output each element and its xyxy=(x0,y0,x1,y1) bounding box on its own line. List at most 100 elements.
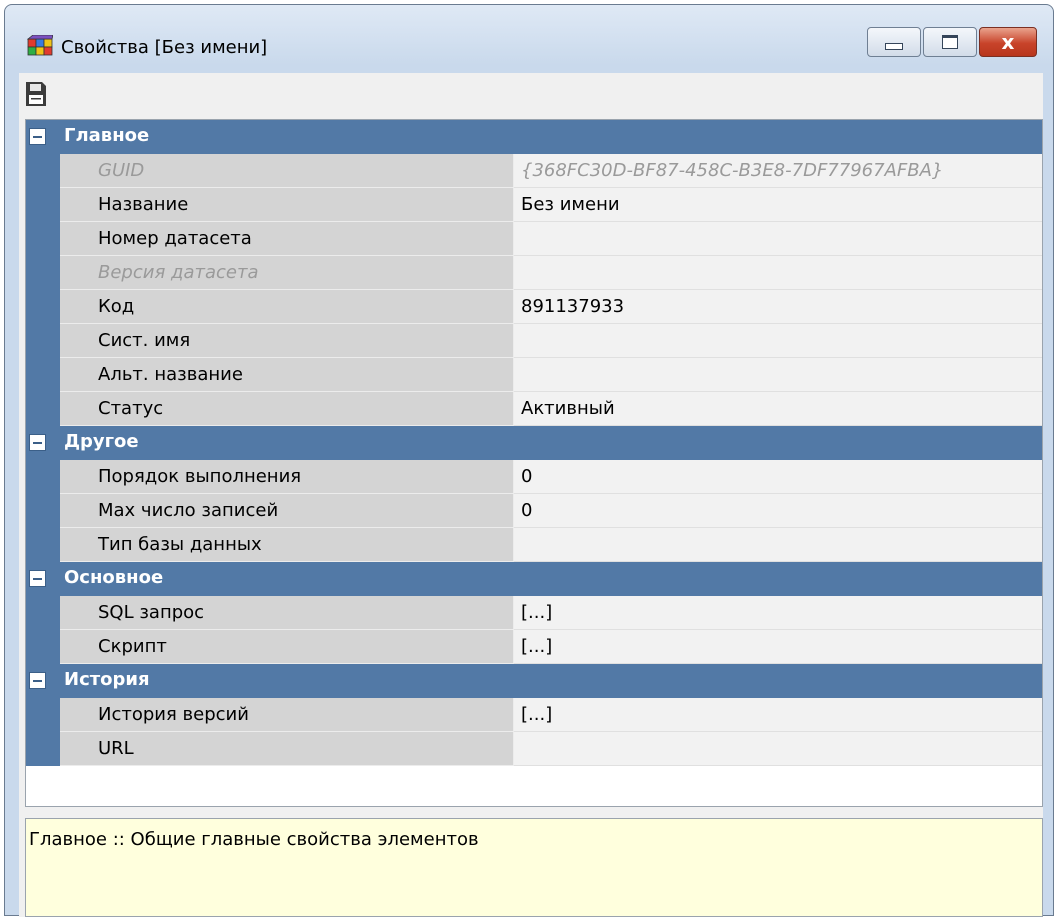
property-value-cell[interactable]: [...] xyxy=(514,698,1042,732)
property-name-cell[interactable]: Max число записей xyxy=(60,494,514,528)
property-value-cell[interactable]: Без имени xyxy=(514,188,1042,222)
property-value: [...] xyxy=(521,602,553,623)
property-row[interactable]: Сист. имя xyxy=(26,324,1042,358)
category-row[interactable]: Другое xyxy=(26,426,1042,460)
row-gutter xyxy=(26,188,60,222)
property-value-cell xyxy=(514,256,1042,290)
property-name-cell[interactable]: История версий xyxy=(60,698,514,732)
property-name: История версий xyxy=(98,704,249,725)
property-name: Тип базы данных xyxy=(98,534,262,555)
collapse-icon[interactable] xyxy=(29,434,46,451)
title-bar[interactable]: Свойства [Без имени] x xyxy=(5,5,1053,67)
row-gutter xyxy=(26,290,60,324)
row-gutter xyxy=(26,154,60,188)
row-gutter xyxy=(26,324,60,358)
property-value: [...] xyxy=(521,704,553,725)
category-row[interactable]: Основное xyxy=(26,562,1042,596)
collapse-icon[interactable] xyxy=(29,570,46,587)
property-row[interactable]: История версий [...] xyxy=(26,698,1042,732)
property-name: Сист. имя xyxy=(98,330,191,351)
property-value-cell[interactable]: 0 xyxy=(514,460,1042,494)
property-name: Статус xyxy=(98,398,164,419)
row-gutter xyxy=(26,630,60,664)
property-row[interactable]: Название Без имени xyxy=(26,188,1042,222)
property-row[interactable]: Альт. название xyxy=(26,358,1042,392)
property-name: Max число записей xyxy=(98,500,279,521)
property-value: [...] xyxy=(521,636,553,657)
property-value-cell[interactable] xyxy=(514,528,1042,562)
property-name-cell[interactable]: Номер датасета xyxy=(60,222,514,256)
row-gutter xyxy=(26,256,60,290)
property-name-cell[interactable]: Альт. название xyxy=(60,358,514,392)
save-icon[interactable] xyxy=(25,81,47,107)
category-label: Другое xyxy=(64,431,139,452)
close-icon: x xyxy=(1001,30,1015,54)
category-row[interactable]: Главное xyxy=(26,120,1042,154)
collapse-icon[interactable] xyxy=(29,128,46,145)
property-grid[interactable]: Главное GUID {368FC30D-BF87-458C-B3E8-7DF7… xyxy=(25,119,1043,807)
property-row[interactable]: GUID {368FC30D-BF87-458C-B3E8-7DF77967AFB… xyxy=(26,154,1042,188)
property-name-cell[interactable]: Версия датасета xyxy=(60,256,514,290)
property-name-cell[interactable]: Название xyxy=(60,188,514,222)
row-gutter xyxy=(26,460,60,494)
property-row[interactable]: Код 891137933 xyxy=(26,290,1042,324)
property-value-cell[interactable] xyxy=(514,324,1042,358)
property-row[interactable]: URL xyxy=(26,732,1042,766)
property-row[interactable]: Тип базы данных xyxy=(26,528,1042,562)
property-row[interactable]: Номер датасета xyxy=(26,222,1042,256)
property-row[interactable]: Версия датасета xyxy=(26,256,1042,290)
property-name-cell[interactable]: URL xyxy=(60,732,514,766)
property-name-cell[interactable]: GUID xyxy=(60,154,514,188)
window-title: Свойства [Без имени] xyxy=(61,37,268,58)
close-button[interactable]: x xyxy=(979,27,1037,57)
property-value-cell[interactable]: Активный xyxy=(514,392,1042,426)
minimize-icon xyxy=(885,43,903,50)
property-name: SQL запрос xyxy=(98,602,205,623)
property-value-cell[interactable]: [...] xyxy=(514,596,1042,630)
maximize-button[interactable] xyxy=(923,27,977,57)
row-gutter xyxy=(26,392,60,426)
property-name-cell[interactable]: Тип базы данных xyxy=(60,528,514,562)
property-row[interactable]: SQL запрос [...] xyxy=(26,596,1042,630)
property-value-cell[interactable]: 0 xyxy=(514,494,1042,528)
property-value-cell[interactable] xyxy=(514,358,1042,392)
window-client-area: Главное GUID {368FC30D-BF87-458C-B3E8-7DF7… xyxy=(19,73,1043,917)
property-value-cell[interactable] xyxy=(514,732,1042,766)
property-value: 0 xyxy=(521,500,533,521)
row-gutter xyxy=(26,358,60,392)
category-row[interactable]: История xyxy=(26,664,1042,698)
property-value: 891137933 xyxy=(521,296,625,317)
property-name-cell[interactable]: SQL запрос xyxy=(60,596,514,630)
property-name-cell[interactable]: Скрипт xyxy=(60,630,514,664)
property-name-cell[interactable]: Порядок выполнения xyxy=(60,460,514,494)
property-row[interactable]: Скрипт [...] xyxy=(26,630,1042,664)
property-value-cell: {368FC30D-BF87-458C-B3E8-7DF77967AFBA} xyxy=(514,154,1042,188)
property-value: Активный xyxy=(521,398,615,419)
properties-window: Свойства [Без имени] x Главное GUID {368FC… xyxy=(4,4,1054,917)
description-panel: Главное :: Общие главные свойства элемен… xyxy=(25,818,1043,917)
category-label: История xyxy=(64,669,150,690)
property-name: Название xyxy=(98,194,189,215)
description-text: Главное :: Общие главные свойства элемен… xyxy=(29,829,479,850)
property-row[interactable]: Max число записей 0 xyxy=(26,494,1042,528)
property-name-cell[interactable]: Статус xyxy=(60,392,514,426)
property-name: Код xyxy=(98,296,135,317)
property-name-cell[interactable]: Сист. имя xyxy=(60,324,514,358)
property-value-cell[interactable] xyxy=(514,222,1042,256)
category-label: Основное xyxy=(64,567,164,588)
row-gutter xyxy=(26,528,60,562)
row-gutter xyxy=(26,732,60,766)
category-label: Главное xyxy=(64,125,150,146)
minimize-button[interactable] xyxy=(867,27,921,57)
property-value-cell[interactable]: [...] xyxy=(514,630,1042,664)
property-row[interactable]: Статус Активный xyxy=(26,392,1042,426)
toolbar xyxy=(19,73,1043,119)
row-gutter xyxy=(26,698,60,732)
property-name-cell[interactable]: Код xyxy=(60,290,514,324)
collapse-icon[interactable] xyxy=(29,672,46,689)
row-gutter xyxy=(26,494,60,528)
row-gutter xyxy=(26,596,60,630)
maximize-icon xyxy=(942,35,958,49)
property-row[interactable]: Порядок выполнения 0 xyxy=(26,460,1042,494)
property-value-cell[interactable]: 891137933 xyxy=(514,290,1042,324)
